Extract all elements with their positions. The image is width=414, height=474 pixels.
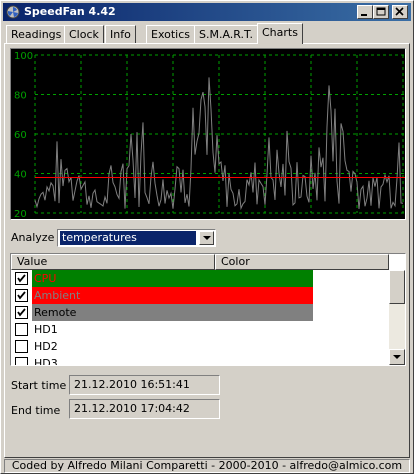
series-row-hd3[interactable]: HD3 [13, 355, 313, 366]
y-tick-label: 80 [14, 91, 27, 102]
tab-label: Readings [11, 28, 62, 41]
y-tick-label: 100 [14, 51, 33, 62]
series-row-hd1[interactable]: HD1 [13, 321, 313, 338]
series-label: CPU [32, 270, 313, 287]
series-row-hd2[interactable]: HD2 [13, 338, 313, 355]
maximize-icon [376, 7, 386, 16]
end-time-label: End time [11, 404, 61, 417]
minimize-icon [361, 14, 367, 16]
tab-label: Clock [69, 28, 99, 41]
series-row-remote[interactable]: Remote [13, 304, 313, 321]
scroll-down-button[interactable] [389, 349, 405, 365]
app-window: SpeedFan 4.42 Readings Clock Info Exotic… [0, 0, 414, 474]
scrollbar-thumb[interactable] [389, 270, 405, 304]
chart-canvas: 100 80 60 40 20 [14, 51, 405, 220]
series-checkbox[interactable] [15, 323, 28, 336]
tab-label: Exotics [151, 28, 190, 41]
series-checkbox[interactable] [15, 340, 28, 353]
close-button[interactable] [392, 5, 408, 19]
column-header-value-label: Value [17, 255, 48, 268]
status-bar: Coded by Alfredo Milani Comparetti - 200… [4, 459, 410, 473]
start-time-field: 21.12.2010 16:51:41 [69, 375, 220, 395]
checkmark-icon [17, 308, 26, 317]
column-header-color-label: Color [221, 255, 250, 268]
analyze-selected: temperatures [60, 231, 196, 245]
tab-label: Charts [262, 26, 298, 39]
tab-charts[interactable]: Charts [257, 23, 303, 44]
close-icon [395, 7, 404, 16]
dropdown-arrow-icon[interactable] [199, 231, 214, 245]
chart-grid [34, 54, 405, 214]
y-tick-label: 40 [14, 170, 27, 181]
series-list: Value Color CPU Ambient Remote HD1 HD2 HD3 [10, 253, 406, 366]
column-header-color[interactable]: Color [215, 254, 389, 270]
series-row-cpu[interactable]: CPU [13, 270, 313, 287]
series-label: HD1 [34, 323, 58, 336]
end-time-field: 21.12.2010 17:04:42 [69, 399, 220, 419]
y-tick-label: 20 [14, 209, 27, 219]
scroll-down-icon [393, 355, 401, 359]
title-bar[interactable]: SpeedFan 4.42 [3, 3, 411, 21]
series-label: HD3 [34, 357, 58, 366]
series-checkbox[interactable] [15, 272, 28, 285]
start-time-label: Start time [11, 379, 67, 392]
checkmark-icon [17, 291, 26, 300]
column-header-value[interactable]: Value [11, 254, 215, 270]
checkmark-icon [17, 274, 26, 283]
y-axis-labels: 100 80 60 40 20 [14, 51, 33, 220]
series-checkbox[interactable] [15, 306, 28, 319]
series-row-ambient[interactable]: Ambient [13, 287, 313, 304]
y-tick-label: 60 [14, 130, 27, 141]
tab-smart[interactable]: S.M.A.R.T. [194, 25, 258, 43]
tab-clock[interactable]: Clock [64, 25, 104, 43]
series-label: Remote [32, 304, 313, 321]
window-title: SpeedFan 4.42 [24, 5, 116, 18]
speedfan-icon [6, 5, 20, 19]
minimize-button[interactable] [357, 5, 373, 19]
tab-label: S.M.A.R.T. [199, 28, 253, 41]
maximize-button[interactable] [373, 5, 389, 19]
tab-readings[interactable]: Readings [6, 25, 67, 43]
series-label: HD2 [34, 340, 58, 353]
analyze-label: Analyze [11, 231, 55, 244]
list-scrollbar[interactable] [389, 270, 405, 365]
series-checkbox[interactable] [15, 357, 28, 365]
analyze-dropdown[interactable]: temperatures [57, 229, 216, 247]
tab-info[interactable]: Info [105, 25, 136, 43]
tab-exotics[interactable]: Exotics [146, 25, 195, 43]
series-checkbox[interactable] [15, 289, 28, 302]
tab-label: Info [110, 28, 131, 41]
temperature-chart: 100 80 60 40 20 [10, 48, 406, 220]
series-label: Ambient [32, 287, 313, 304]
